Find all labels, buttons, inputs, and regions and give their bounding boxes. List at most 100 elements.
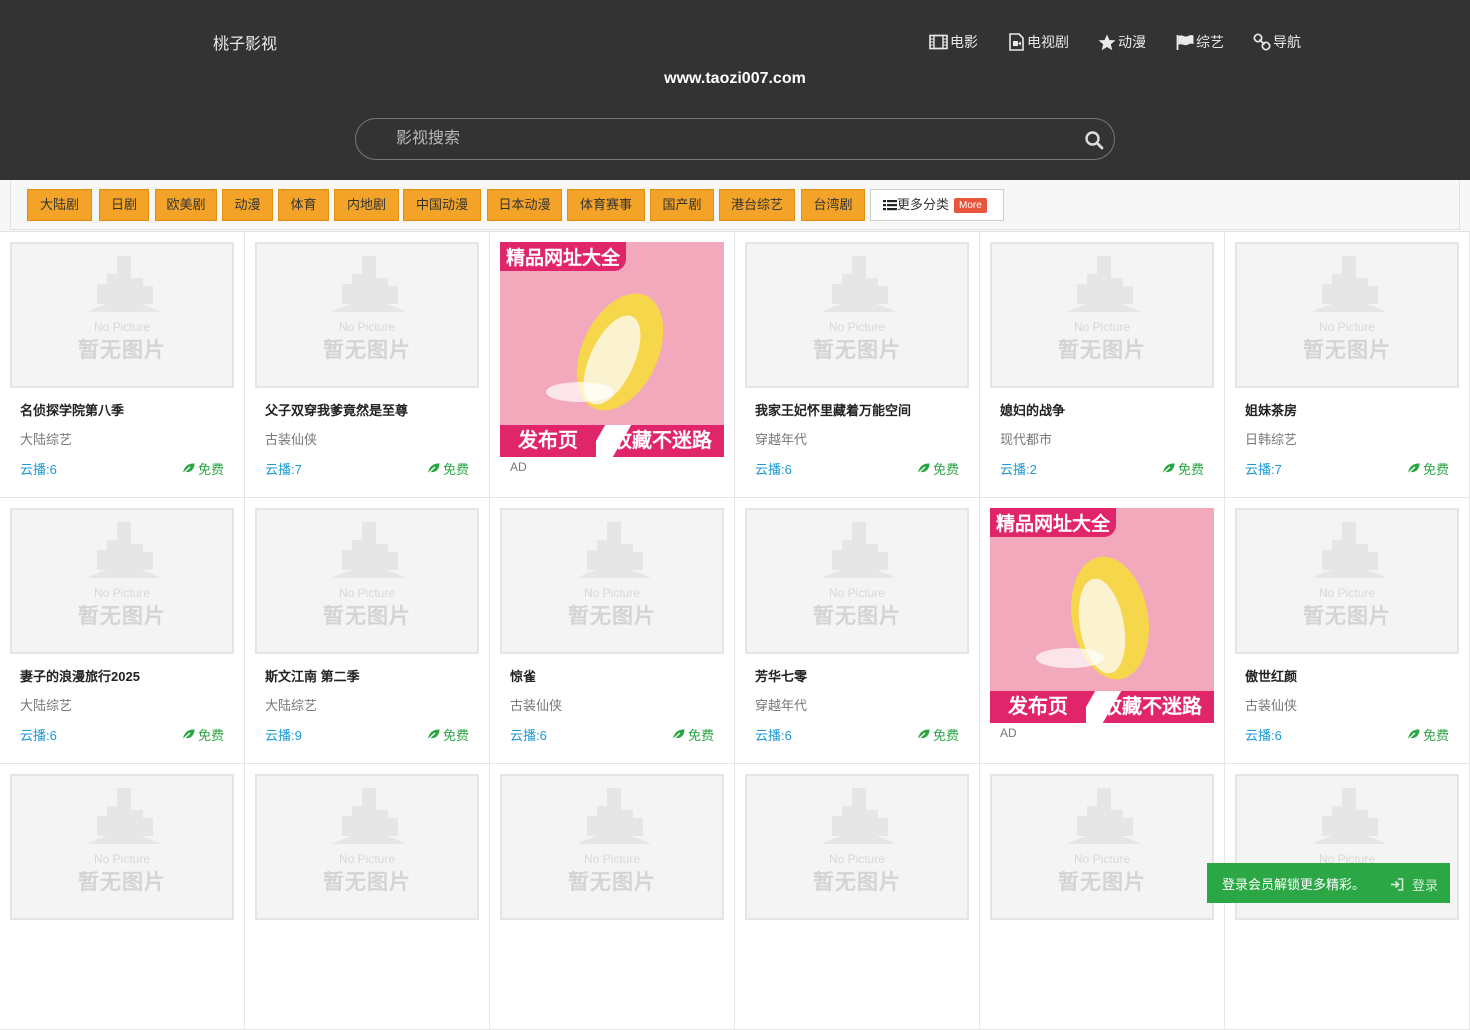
video-title[interactable]: 媳妇的战争 (1000, 400, 1065, 419)
play-source-count: 云播:2 (1000, 462, 1037, 477)
category-item[interactable]: 内地剧 (334, 189, 399, 221)
leaf-icon (427, 463, 440, 474)
video-title[interactable]: 斯文江南 第二季 (265, 666, 360, 685)
video-card[interactable]: No Picture 暂无图片 名侦探学院第八季 大陆综艺 云播:6 免费 (0, 232, 245, 498)
category-item[interactable]: 体育 (278, 189, 329, 221)
video-card[interactable]: No Picture 暂无图片 傲世红颜 古装仙侠 云播:6 免费 (1225, 498, 1470, 764)
free-badge: 免费 (917, 459, 959, 478)
no-picture-text-zh: 暂无图片 (78, 871, 166, 894)
video-card[interactable]: No Picture 暂无图片 姐妹茶房 日韩综艺 云播:7 免费 (1225, 232, 1470, 498)
video-thumbnail[interactable]: No Picture 暂无图片 (255, 242, 479, 388)
ad-top-banner: 精品网址大全 (990, 508, 1117, 537)
video-thumbnail[interactable]: No Picture 暂无图片 (745, 242, 969, 388)
ad-bottom-right-text: 收藏不迷路 (1102, 696, 1202, 718)
search-input[interactable] (396, 128, 1056, 150)
video-card[interactable]: No Picture 暂无图片 (980, 764, 1225, 1030)
ad-banner[interactable]: 精品网址大全 发布页 收藏不迷路 (990, 508, 1214, 723)
video-card[interactable]: No Picture 暂无图片 (490, 764, 735, 1030)
video-card[interactable]: No Picture 暂无图片 (245, 764, 490, 1030)
video-title[interactable]: 傲世红颜 (1245, 666, 1297, 685)
category-item[interactable]: 大陆剧 (27, 189, 92, 221)
category-item[interactable]: 日剧 (99, 189, 149, 221)
video-thumbnail[interactable]: No Picture 暂无图片 (255, 774, 479, 920)
no-picture-text-zh: 暂无图片 (323, 605, 411, 628)
video-thumbnail[interactable]: No Picture 暂无图片 (255, 508, 479, 654)
video-thumbnail[interactable]: No Picture 暂无图片 (10, 242, 234, 388)
video-title[interactable]: 惊雀 (510, 666, 536, 685)
ad-banner[interactable]: 精品网址大全 发布页 收藏不迷路 (500, 242, 724, 457)
placeholder-building-icon (87, 788, 161, 844)
video-thumbnail[interactable]: No Picture 暂无图片 (745, 774, 969, 920)
play-source-count: 云播:7 (265, 462, 302, 477)
video-thumbnail[interactable]: No Picture 暂无图片 (10, 774, 234, 920)
video-card[interactable]: No Picture 暂无图片 (735, 764, 980, 1030)
site-logo[interactable]: 桃子影视 (213, 30, 277, 54)
video-thumbnail[interactable]: No Picture 暂无图片 (10, 508, 234, 654)
list-icon (883, 200, 897, 211)
video-thumbnail[interactable]: No Picture 暂无图片 (1235, 242, 1459, 388)
video-category: 古装仙侠 (510, 698, 563, 713)
nav-item-movies[interactable]: 电影 (929, 32, 978, 52)
login-button[interactable]: 登录 (1390, 875, 1438, 894)
no-picture-text-zh: 暂无图片 (1058, 871, 1146, 894)
video-title[interactable]: 芳华七零 (755, 666, 807, 685)
video-thumbnail[interactable]: No Picture 暂无图片 (500, 508, 724, 654)
more-label: 更多分类 (897, 197, 950, 212)
video-card[interactable]: No Picture 暂无图片 我家王妃怀里藏着万能空间 穿越年代 云播:6 免费 (735, 232, 980, 498)
free-label: 免费 (932, 728, 959, 743)
video-title[interactable]: 父子双穿我爹竟然是至尊 (265, 400, 408, 419)
sign-in-icon (1390, 878, 1404, 891)
leaf-icon (917, 463, 930, 474)
no-picture-text: No Picture (338, 320, 396, 334)
nav-item-tv[interactable]: 电视剧 (1008, 32, 1069, 52)
film-icon (929, 34, 948, 50)
video-card[interactable]: No Picture 暂无图片 斯文江南 第二季 大陆综艺 云播:9 免费 (245, 498, 490, 764)
no-picture-text: No Picture (583, 852, 641, 866)
nav-item-variety[interactable]: 综艺 (1176, 32, 1224, 52)
video-title[interactable]: 妻子的浪漫旅行2025 (20, 666, 140, 685)
leaf-icon (917, 729, 930, 740)
video-card[interactable]: No Picture 暂无图片 妻子的浪漫旅行2025 大陆综艺 云播:6 免费 (0, 498, 245, 764)
video-card[interactable]: No Picture 暂无图片 父子双穿我爹竟然是至尊 古装仙侠 云播:7 免费 (245, 232, 490, 498)
video-title[interactable]: 姐妹茶房 (1245, 400, 1297, 419)
category-bar: 大陆剧 日剧 欧美剧 动漫 体育 内地剧 中国动漫 日本动漫 体育赛事 国产剧 … (10, 180, 1460, 230)
video-thumbnail[interactable]: No Picture 暂无图片 (500, 774, 724, 920)
no-picture-text: No Picture (338, 852, 396, 866)
video-category: 现代都市 (1000, 432, 1053, 447)
no-picture-text: No Picture (828, 320, 886, 334)
more-categories-button[interactable]: 更多分类 More (870, 189, 1004, 221)
leaf-icon (672, 729, 685, 740)
category-item[interactable]: 国产剧 (650, 189, 714, 221)
no-picture-text-zh: 暂无图片 (323, 339, 411, 362)
placeholder-building-icon (1312, 788, 1386, 844)
video-title[interactable]: 名侦探学院第八季 (20, 400, 124, 419)
category-item[interactable]: 体育赛事 (567, 189, 645, 221)
video-card[interactable]: No Picture 暂无图片 媳妇的战争 现代都市 云播:2 免费 (980, 232, 1225, 498)
video-card[interactable]: 精品网址大全 发布页 收藏不迷路 AD (980, 498, 1225, 764)
category-item[interactable]: 欧美剧 (155, 189, 217, 221)
nav-item-guide[interactable]: 导航 (1253, 32, 1301, 52)
placeholder-building-icon (822, 256, 896, 312)
search-icon[interactable] (1084, 130, 1104, 150)
category-item[interactable]: 中国动漫 (403, 189, 481, 221)
category-item[interactable]: 日本动漫 (487, 189, 562, 221)
nav-item-anime[interactable]: 动漫 (1098, 32, 1146, 52)
category-item[interactable]: 台湾剧 (801, 189, 865, 221)
video-title[interactable]: 我家王妃怀里藏着万能空间 (755, 400, 911, 419)
category-item[interactable]: 港台综艺 (719, 189, 795, 221)
no-picture-text-zh: 暂无图片 (568, 871, 656, 894)
video-file-icon (1009, 33, 1024, 51)
video-card[interactable]: 精品网址大全 发布页 收藏不迷路 AD (490, 232, 735, 498)
play-source-count: 云播:6 (510, 728, 547, 743)
video-thumbnail[interactable]: No Picture 暂无图片 (990, 774, 1214, 920)
video-card[interactable]: No Picture 暂无图片 惊雀 古装仙侠 云播:6 免费 (490, 498, 735, 764)
video-card[interactable]: No Picture 暂无图片 (0, 764, 245, 1030)
video-thumbnail[interactable]: No Picture 暂无图片 (745, 508, 969, 654)
no-picture-text: No Picture (93, 320, 151, 334)
category-item[interactable]: 动漫 (222, 189, 273, 221)
video-thumbnail[interactable]: No Picture 暂无图片 (990, 242, 1214, 388)
no-picture-text: No Picture (1318, 586, 1376, 600)
leaf-icon (1162, 463, 1175, 474)
video-card[interactable]: No Picture 暂无图片 芳华七零 穿越年代 云播:6 免费 (735, 498, 980, 764)
video-thumbnail[interactable]: No Picture 暂无图片 (1235, 508, 1459, 654)
